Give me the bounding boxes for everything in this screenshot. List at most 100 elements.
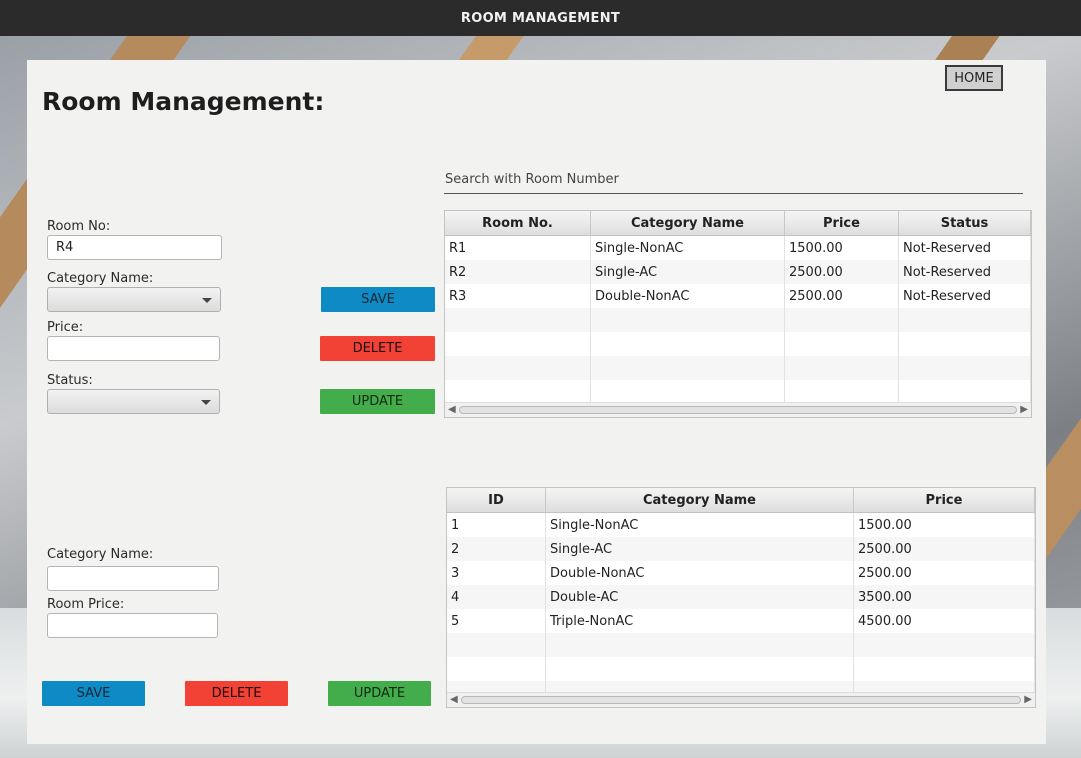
cell-id: 3 xyxy=(447,561,546,585)
table-row xyxy=(445,380,1031,404)
category-name-input[interactable] xyxy=(47,566,219,591)
cell-category: Single-NonAC xyxy=(591,236,785,260)
cell-empty xyxy=(899,356,1031,380)
column-header-category[interactable]: Category Name xyxy=(591,211,785,235)
rooms-table-header: Room No. Category Name Price Status xyxy=(445,211,1031,236)
cell-status: Not-Reserved xyxy=(899,284,1031,308)
table-row[interactable]: 4 Double-AC 3500.00 xyxy=(447,585,1035,609)
column-header-id[interactable]: ID xyxy=(447,488,546,512)
table-row[interactable]: 2 Single-AC 2500.00 xyxy=(447,537,1035,561)
cell-empty xyxy=(854,633,1035,657)
cell-empty xyxy=(546,633,854,657)
room-status-select[interactable] xyxy=(47,389,220,414)
room-category-select[interactable] xyxy=(47,287,221,312)
cell-empty xyxy=(899,380,1031,404)
table-row xyxy=(447,657,1035,681)
cell-category: Single-AC xyxy=(546,537,854,561)
cell-empty xyxy=(445,356,591,380)
table-row xyxy=(445,332,1031,356)
room-search-input[interactable]: Search with Room Number xyxy=(444,169,1023,194)
cell-room-no: R2 xyxy=(445,260,591,284)
scroll-left-icon[interactable]: ◀ xyxy=(448,405,456,415)
table-row[interactable]: R1 Single-NonAC 1500.00 Not-Reserved xyxy=(445,236,1031,260)
main-panel: Room Management: HOME Room No: R4 Catego… xyxy=(27,60,1046,744)
room-price-input[interactable] xyxy=(47,336,220,361)
category-save-button[interactable]: SAVE xyxy=(42,681,145,706)
table-row[interactable]: 3 Double-NonAC 2500.00 xyxy=(447,561,1035,585)
cell-price: 2500.00 xyxy=(785,284,899,308)
cell-empty xyxy=(591,380,785,404)
categories-table-header: ID Category Name Price xyxy=(447,488,1035,513)
cell-category: Double-NonAC xyxy=(591,284,785,308)
cell-empty xyxy=(447,657,546,681)
cell-category: Single-AC xyxy=(591,260,785,284)
cell-category: Triple-NonAC xyxy=(546,609,854,633)
table-row xyxy=(445,308,1031,332)
table-row[interactable]: R3 Double-NonAC 2500.00 Not-Reserved xyxy=(445,284,1031,308)
room-delete-button[interactable]: DELETE xyxy=(320,336,435,361)
cell-category: Double-AC xyxy=(546,585,854,609)
room-update-button[interactable]: UPDATE xyxy=(320,389,435,414)
chevron-down-icon xyxy=(201,400,211,405)
cell-status: Not-Reserved xyxy=(899,236,1031,260)
column-header-room-no[interactable]: Room No. xyxy=(445,211,591,235)
room-price-category-label: Room Price: xyxy=(47,597,125,612)
cell-id: 4 xyxy=(447,585,546,609)
chevron-down-icon xyxy=(202,298,212,303)
scroll-right-icon[interactable]: ▶ xyxy=(1020,405,1028,415)
home-button[interactable]: HOME xyxy=(945,65,1003,91)
categories-table-scrollbar[interactable]: ◀ ▶ xyxy=(447,692,1035,707)
cell-id: 2 xyxy=(447,537,546,561)
room-status-label: Status: xyxy=(47,373,93,388)
cell-empty xyxy=(591,308,785,332)
room-no-label: Room No: xyxy=(47,219,111,234)
category-update-button[interactable]: UPDATE xyxy=(328,681,431,706)
room-price-label: Price: xyxy=(47,320,84,335)
table-row xyxy=(447,633,1035,657)
cell-empty xyxy=(899,332,1031,356)
rooms-table-scrollbar[interactable]: ◀ ▶ xyxy=(445,402,1031,417)
cell-price: 3500.00 xyxy=(854,585,1035,609)
scrollbar-thumb[interactable] xyxy=(461,696,1021,704)
room-price-category-input[interactable] xyxy=(47,613,218,638)
room-category-label: Category Name: xyxy=(47,271,154,286)
table-row[interactable]: R2 Single-AC 2500.00 Not-Reserved xyxy=(445,260,1031,284)
cell-status: Not-Reserved xyxy=(899,260,1031,284)
cell-empty xyxy=(591,332,785,356)
column-header-category[interactable]: Category Name xyxy=(546,488,854,512)
cell-empty xyxy=(445,380,591,404)
cell-empty xyxy=(445,308,591,332)
cell-empty xyxy=(447,633,546,657)
category-delete-button[interactable]: DELETE xyxy=(185,681,288,706)
scroll-right-icon[interactable]: ▶ xyxy=(1024,695,1032,705)
column-header-price[interactable]: Price xyxy=(854,488,1035,512)
cell-price: 2500.00 xyxy=(785,260,899,284)
room-save-button[interactable]: SAVE xyxy=(321,287,435,312)
scroll-left-icon[interactable]: ◀ xyxy=(450,695,458,705)
cell-id: 5 xyxy=(447,609,546,633)
column-header-price[interactable]: Price xyxy=(785,211,899,235)
rooms-table-body: R1 Single-NonAC 1500.00 Not-Reserved R2 … xyxy=(445,236,1031,404)
scrollbar-thumb[interactable] xyxy=(459,406,1017,414)
cell-empty xyxy=(546,657,854,681)
cell-empty xyxy=(445,332,591,356)
cell-category: Single-NonAC xyxy=(546,513,854,537)
cell-empty xyxy=(785,380,899,404)
room-no-input[interactable]: R4 xyxy=(47,235,222,260)
cell-price: 1500.00 xyxy=(854,513,1035,537)
table-row xyxy=(445,356,1031,380)
table-row[interactable]: 5 Triple-NonAC 4500.00 xyxy=(447,609,1035,633)
cell-empty xyxy=(899,308,1031,332)
categories-table: ID Category Name Price 1 Single-NonAC 15… xyxy=(446,487,1036,708)
table-row[interactable]: 1 Single-NonAC 1500.00 xyxy=(447,513,1035,537)
category-name-label: Category Name: xyxy=(47,547,154,562)
cell-room-no: R3 xyxy=(445,284,591,308)
window-titlebar: ROOM MANAGEMENT xyxy=(0,0,1081,36)
cell-category: Double-NonAC xyxy=(546,561,854,585)
cell-empty xyxy=(785,332,899,356)
cell-price: 4500.00 xyxy=(854,609,1035,633)
cell-price: 2500.00 xyxy=(854,561,1035,585)
window-title: ROOM MANAGEMENT xyxy=(460,10,621,26)
page-title: Room Management: xyxy=(42,87,325,116)
column-header-status[interactable]: Status xyxy=(899,211,1031,235)
